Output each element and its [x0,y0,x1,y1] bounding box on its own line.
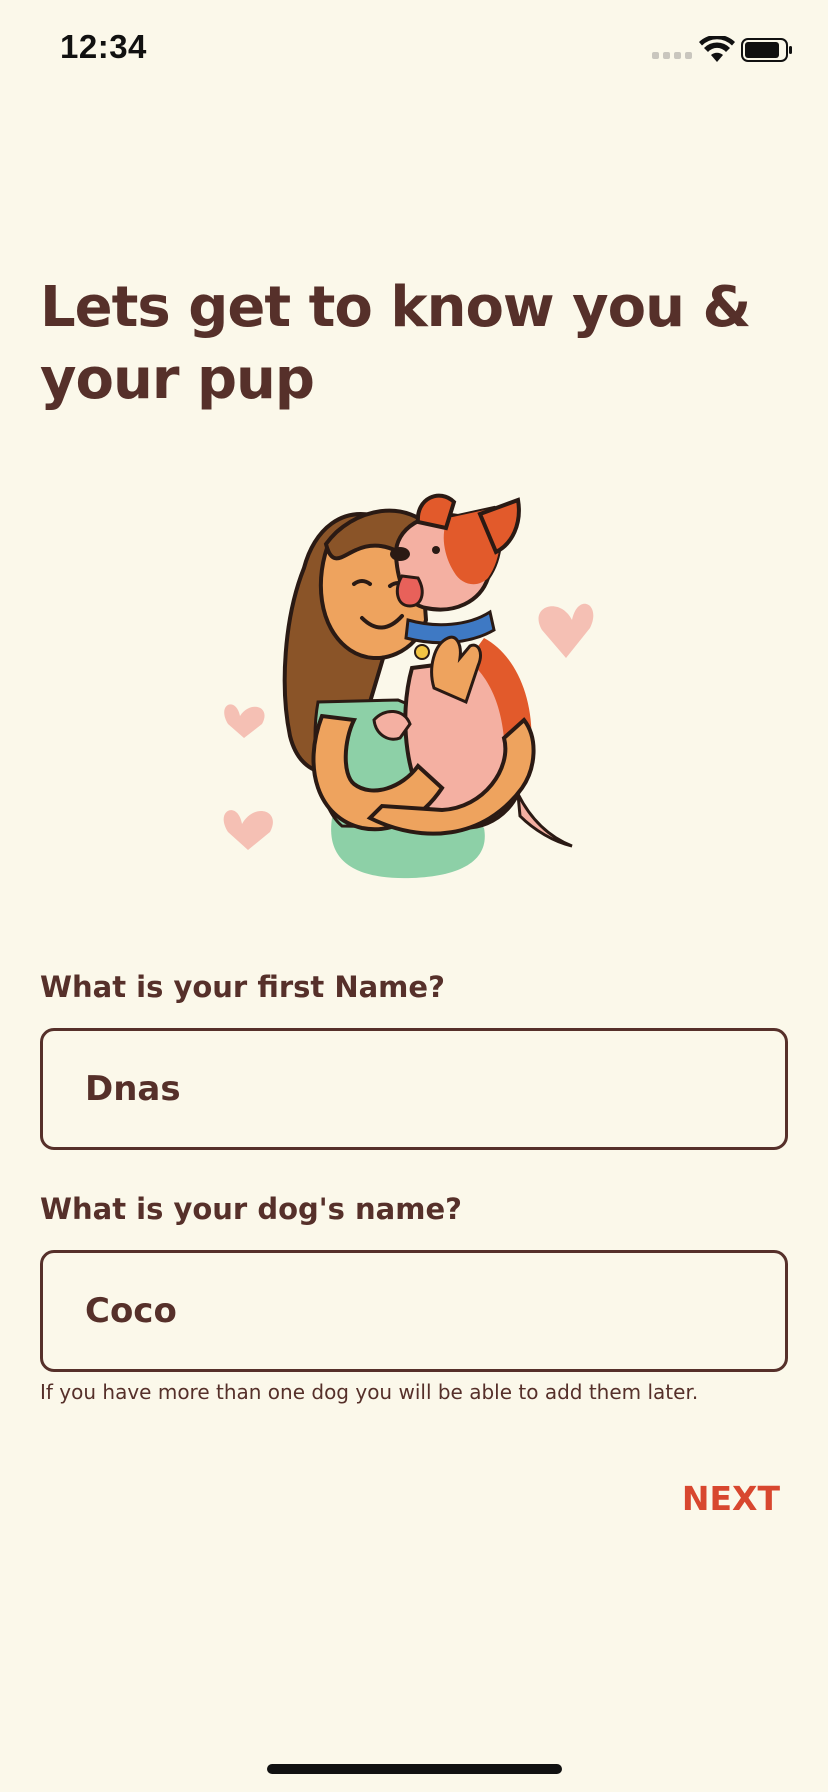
woman-hugging-dog-illustration [223,493,594,879]
page-title: Lets get to know you & your pup [40,275,751,412]
dog-name-label: What is your dog's name? [40,1192,462,1226]
home-indicator[interactable] [267,1764,562,1774]
heart-icon [538,603,594,658]
first-name-label: What is your first Name? [40,970,445,1004]
heart-icon [223,810,273,850]
dog-name-helper-text: If you have more than one dog you will b… [40,1380,699,1404]
battery-icon [741,38,792,62]
signal-icon [652,52,692,59]
status-bar: 12:34 [0,0,828,100]
heart-icon [224,704,265,738]
next-button[interactable]: NEXT [640,1470,780,1526]
status-time: 12:34 [60,28,147,65]
first-name-input[interactable] [40,1028,788,1150]
wifi-icon [699,36,735,62]
dog-name-input[interactable] [40,1250,788,1372]
